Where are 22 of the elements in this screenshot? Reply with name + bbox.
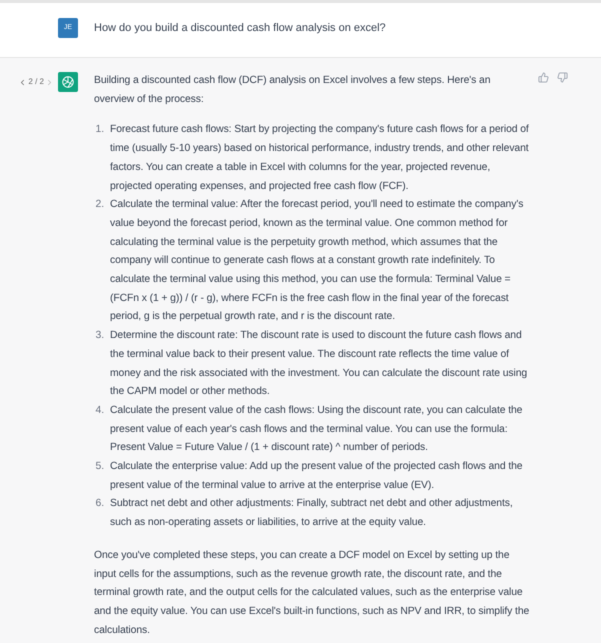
list-item-text: Calculate the terminal value: After the forecast period, you'll need to estimate the company's value beyond the forecast period, known as the terminal value. One common method for calculating the terminal value is the perpetuity growth method, which assumes that the company will continue to generate cash flows at a constant growth rate indefinitely. To calculate the terminal value using this method, you can use the formula: Terminal Value = (FCFn x (1 + g)) / (r - g), where FCFn is the free cash flow in the final year of the forecast period, g is the perpetual growth rate, and r is the discount rate. [110, 198, 524, 324]
list-number: 2. [94, 198, 105, 212]
list-number: 5. [94, 460, 105, 474]
chevron-right-icon [45, 78, 54, 86]
response-pager: 2 / 2 [28, 76, 44, 88]
thumbs-up-icon [538, 72, 549, 83]
response-intro: Building a discounted cash flow (DCF) analysis on Excel involves a few steps. Here's an overview of the process: [94, 74, 492, 107]
list-number: 3. [94, 329, 105, 344]
list-item-text: Determine the discount rate: The discount rate is used to discount the future cash flows and the terminal value back to their present value. The discount rate reflects the time value of money and the risk associated with the investment. You can calculate the discount rate using the CAPM model or other methods. [110, 329, 528, 400]
next-button[interactable] [45, 78, 54, 86]
thumbs-down-icon [557, 72, 568, 83]
thumbs-up-button[interactable] [538, 72, 549, 83]
list-item-text: Calculate the enterprise value: Add up the present value of the projected cash flows and the present value of the terminal value to arrive at the enterprise value (EV). [110, 460, 524, 493]
thumbs-down-button[interactable] [557, 72, 568, 83]
list-item-text: Calculate the present value of the cash flows: Using the discount rate, you can calculate the present value of each year's cash flows and the terminal value. You can use the formula: Present Value = Future Value / (1 + discount rate) ^ number of periods. [110, 404, 524, 456]
list-number: 4. [94, 404, 105, 418]
list-item-text: Forecast future cash flows: Start by projecting the company's future cash flows for a period of time (usually 5-10 years) based on historical performance, industry trends, and other relevant factors. You can create a table in Excel with columns for the year, projected revenue, projected operating expenses, and projected free cash flow (FCF). [110, 123, 530, 194]
list-item-text: Subtract net debt and other adjustments: Finally, subtract net debt and other adjustments, such as non-operating assets or liabilities, to arrive at the equity value. [110, 497, 514, 530]
list-number: 1. [94, 123, 105, 138]
list-number: 6. [94, 497, 105, 512]
user-message: How do you build a discounted cash flow analysis on excel? [94, 21, 386, 36]
response-closing: Once you've completed these steps, you can create a DCF model on Excel by setting up the input cells for the assumptions, such as the revenue growth rate, the discount rate, and the terminal growth rate, and the output cells for the calculated values, such as the enterprise value and the equity value. You can use Excel's built-in functions, such as NPV and IRR, to simplify the calculations. [94, 548, 530, 638]
